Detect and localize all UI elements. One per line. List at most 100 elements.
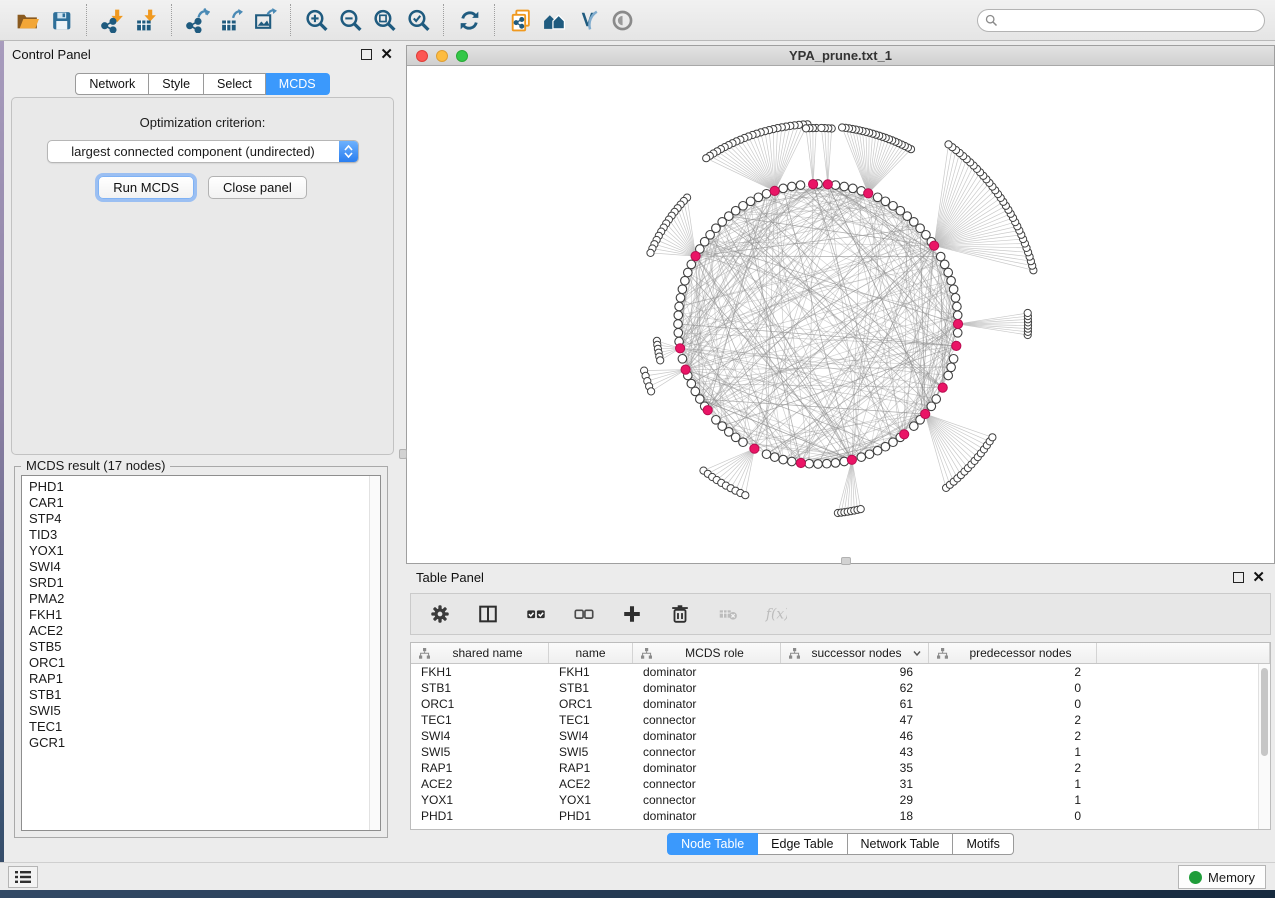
export-image-button[interactable]: [248, 5, 282, 35]
column-menu-icon[interactable]: [912, 648, 922, 658]
cell-mcds_role[interactable]: connector: [633, 712, 781, 728]
mcds-result-node[interactable]: STB1: [29, 687, 380, 703]
cell-name[interactable]: YOX1: [549, 792, 633, 808]
import-table-button[interactable]: [129, 5, 163, 35]
search-input[interactable]: [998, 11, 1264, 30]
run-mcds-button[interactable]: Run MCDS: [98, 176, 194, 199]
cell-name[interactable]: TEC1: [549, 712, 633, 728]
table-row[interactable]: PHD1PHD1dominator180: [411, 808, 1258, 824]
cell-shared_name[interactable]: ACE2: [411, 776, 549, 792]
tab-select[interactable]: Select: [204, 73, 266, 95]
cell-name[interactable]: PHD1: [549, 808, 633, 824]
refresh-button[interactable]: [452, 5, 486, 35]
export-table-button[interactable]: [214, 5, 248, 35]
zoom-selected-button[interactable]: [401, 5, 435, 35]
columns-button[interactable]: [475, 601, 501, 627]
cell-shared_name[interactable]: SWI5: [411, 744, 549, 760]
cell-predecessor_nodes[interactable]: 2: [929, 728, 1097, 744]
zoom-in-button[interactable]: [299, 5, 333, 35]
cell-successor_nodes[interactable]: 96: [781, 664, 929, 680]
mcds-result-node[interactable]: PHD1: [29, 479, 380, 495]
tab-edge-table[interactable]: Edge Table: [758, 833, 847, 855]
table-row[interactable]: RAP1RAP1dominator352: [411, 760, 1258, 776]
mcds-result-node[interactable]: TID3: [29, 527, 380, 543]
cell-successor_nodes[interactable]: 29: [781, 792, 929, 808]
table-scrollbar-thumb[interactable]: [1261, 668, 1268, 756]
network-canvas[interactable]: [407, 66, 1274, 563]
select-all-checkboxes-button[interactable]: [523, 601, 549, 627]
hide-graphics-details-button[interactable]: [571, 5, 605, 35]
mcds-result-list[interactable]: PHD1CAR1STP4TID3YOX1SWI4SRD1PMA2FKH1ACE2…: [21, 475, 381, 831]
cell-mcds_role[interactable]: dominator: [633, 680, 781, 696]
cell-successor_nodes[interactable]: 35: [781, 760, 929, 776]
export-network-button[interactable]: [180, 5, 214, 35]
cell-predecessor_nodes[interactable]: 0: [929, 696, 1097, 712]
column-header-shared-name[interactable]: shared name: [411, 643, 549, 663]
network-window-titlebar[interactable]: YPA_prune.txt_1: [407, 46, 1274, 66]
delete-column-button[interactable]: [667, 601, 693, 627]
zoom-out-button[interactable]: [333, 5, 367, 35]
tab-network[interactable]: Network: [75, 73, 149, 95]
cell-predecessor_nodes[interactable]: 1: [929, 744, 1097, 760]
tab-style[interactable]: Style: [149, 73, 204, 95]
column-header-name[interactable]: name: [549, 643, 633, 663]
cell-shared_name[interactable]: PHD1: [411, 808, 549, 824]
save-button[interactable]: [44, 5, 78, 35]
mcds-result-node[interactable]: TEC1: [29, 719, 380, 735]
table-row[interactable]: STB1STB1dominator620: [411, 680, 1258, 696]
cell-name[interactable]: ORC1: [549, 696, 633, 712]
cell-shared_name[interactable]: ORC1: [411, 696, 549, 712]
cell-successor_nodes[interactable]: 31: [781, 776, 929, 792]
cell-mcds_role[interactable]: dominator: [633, 728, 781, 744]
cell-shared_name[interactable]: YOX1: [411, 792, 549, 808]
cell-name[interactable]: FKH1: [549, 664, 633, 680]
cell-mcds_role[interactable]: connector: [633, 776, 781, 792]
mcds-result-node[interactable]: SWI5: [29, 703, 380, 719]
search-box[interactable]: [977, 9, 1265, 32]
cell-shared_name[interactable]: SWI4: [411, 728, 549, 744]
table-row[interactable]: YOX1YOX1connector291: [411, 792, 1258, 808]
cell-predecessor_nodes[interactable]: 0: [929, 808, 1097, 824]
column-header-MCDS-role[interactable]: MCDS role: [633, 643, 781, 663]
mcds-result-node[interactable]: YOX1: [29, 543, 380, 559]
cell-shared_name[interactable]: RAP1: [411, 760, 549, 776]
column-header-predecessor-nodes[interactable]: predecessor nodes: [929, 643, 1097, 663]
cell-successor_nodes[interactable]: 46: [781, 728, 929, 744]
tab-mcds[interactable]: MCDS: [266, 73, 330, 95]
mcds-result-node[interactable]: GCR1: [29, 735, 380, 751]
tab-motifs[interactable]: Motifs: [953, 833, 1013, 855]
close-panel-action-button[interactable]: Close panel: [208, 176, 307, 199]
show-graphics-details-button[interactable]: [605, 5, 639, 35]
close-panel-button[interactable]: ✕: [380, 49, 393, 60]
cell-successor_nodes[interactable]: 47: [781, 712, 929, 728]
cell-shared_name[interactable]: STB1: [411, 680, 549, 696]
mcds-result-node[interactable]: CAR1: [29, 495, 380, 511]
cell-name[interactable]: SWI5: [549, 744, 633, 760]
add-column-button[interactable]: [619, 601, 645, 627]
zoom-fit-button[interactable]: [367, 5, 401, 35]
cell-predecessor_nodes[interactable]: 1: [929, 792, 1097, 808]
memory-button[interactable]: Memory: [1178, 865, 1266, 889]
cell-name[interactable]: ACE2: [549, 776, 633, 792]
horizontal-split-handle[interactable]: [841, 557, 851, 565]
table-row[interactable]: ACE2ACE2connector311: [411, 776, 1258, 792]
float-panel-button[interactable]: [361, 49, 372, 60]
table-row[interactable]: SWI5SWI5connector431: [411, 744, 1258, 760]
cell-mcds_role[interactable]: connector: [633, 792, 781, 808]
cell-successor_nodes[interactable]: 18: [781, 808, 929, 824]
table-row[interactable]: FKH1FKH1dominator962: [411, 664, 1258, 680]
cell-name[interactable]: STB1: [549, 680, 633, 696]
criterion-dropdown[interactable]: largest connected component (undirected): [47, 140, 359, 163]
table-scrollbar[interactable]: [1258, 664, 1270, 829]
mcds-result-node[interactable]: PMA2: [29, 591, 380, 607]
cell-predecessor_nodes[interactable]: 0: [929, 680, 1097, 696]
task-history-button[interactable]: [8, 866, 38, 888]
table-row[interactable]: SWI4SWI4dominator462: [411, 728, 1258, 744]
network-overview-button[interactable]: [537, 5, 571, 35]
cell-mcds_role[interactable]: dominator: [633, 696, 781, 712]
cell-mcds_role[interactable]: dominator: [633, 760, 781, 776]
cell-predecessor_nodes[interactable]: 2: [929, 664, 1097, 680]
settings-button[interactable]: [427, 601, 453, 627]
table-row[interactable]: TEC1TEC1connector472: [411, 712, 1258, 728]
mcds-list-scrollbar[interactable]: [369, 476, 380, 830]
